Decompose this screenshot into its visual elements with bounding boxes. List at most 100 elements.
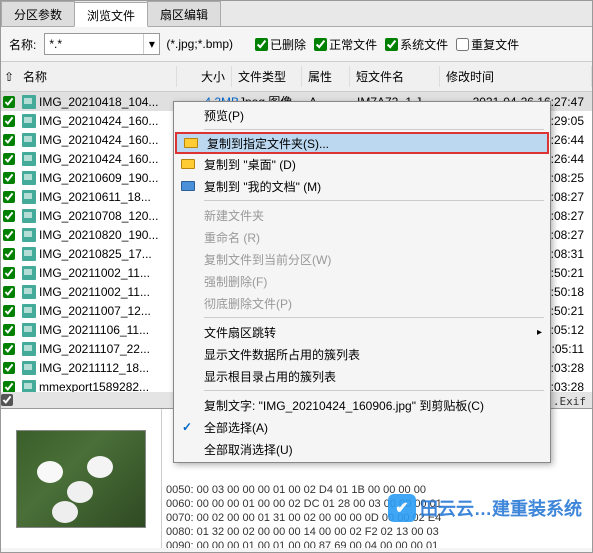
sort-up-icon[interactable]: ⇧: [1, 70, 17, 84]
col-attr[interactable]: 属性: [302, 66, 350, 87]
row-checkbox[interactable]: [3, 172, 15, 184]
image-file-icon: [22, 190, 36, 204]
exif-label: ..Exif: [546, 395, 586, 408]
name-filter-label: 名称:: [9, 36, 38, 53]
image-file-icon: [22, 380, 36, 393]
hex-row: 0090: 00 00 00 01 00 01 00 00 87 69 00 0…: [166, 539, 588, 548]
image-file-icon: [22, 95, 36, 109]
row-checkbox[interactable]: [3, 96, 15, 108]
image-file-icon: [22, 209, 36, 223]
watermark-icon: ✔: [388, 494, 416, 522]
row-checkbox[interactable]: [3, 153, 15, 165]
ctx-new-folder: 新建文件夹: [174, 204, 550, 226]
image-file-icon: [22, 304, 36, 318]
chk-deleted[interactable]: 已删除: [255, 36, 308, 53]
file-name: IMG_20210424_160...: [39, 152, 184, 166]
ctx-copy-to-folder[interactable]: 复制到指定文件夹(S)...: [175, 132, 549, 154]
row-checkbox[interactable]: [3, 305, 15, 317]
chevron-right-icon: ▸: [537, 327, 542, 338]
file-name: IMG_20210418_104...: [39, 95, 184, 109]
footer-checkbox[interactable]: [1, 394, 13, 406]
name-filter-input[interactable]: [45, 37, 143, 51]
app-window: 分区参数 浏览文件 扇区编辑 名称: ▾ (*.jpg;*.bmp) 已删除 正…: [0, 0, 593, 553]
chevron-down-icon[interactable]: ▾: [143, 34, 159, 54]
hex-row: 0080: 01 32 00 02 00 00 00 14 00 00 02 F…: [166, 525, 588, 539]
file-name: IMG_20211002_11...: [39, 266, 184, 280]
name-filter-combo[interactable]: ▾: [44, 33, 160, 55]
ctx-rename: 重命名 (R): [174, 226, 550, 248]
ctx-force-delete: 强制删除(F): [174, 270, 550, 292]
row-checkbox[interactable]: [3, 115, 15, 127]
ctx-show-data-clusters[interactable]: 显示文件数据所占用的簇列表: [174, 343, 550, 365]
file-name: IMG_20210611_18...: [39, 190, 184, 204]
image-file-icon: [22, 228, 36, 242]
check-icon: ✓: [182, 420, 192, 434]
tab-bar: 分区参数 浏览文件 扇区编辑: [1, 1, 592, 27]
col-type[interactable]: 文件类型: [232, 66, 302, 87]
row-checkbox[interactable]: [3, 362, 15, 374]
chk-normal[interactable]: 正常文件: [314, 36, 379, 53]
row-checkbox[interactable]: [3, 210, 15, 222]
watermark: ✔ 田云云…建重装系统: [388, 494, 582, 522]
file-name: IMG_20210424_160...: [39, 114, 184, 128]
file-name: IMG_20211007_12...: [39, 304, 184, 318]
image-file-icon: [22, 114, 36, 128]
ctx-copy-desktop[interactable]: 复制到 "桌面" (D): [174, 153, 550, 175]
file-name: IMG_20211107_22...: [39, 342, 184, 356]
ctx-select-all[interactable]: ✓ 全部选择(A): [174, 416, 550, 438]
ctx-deep-delete: 彻底删除文件(P): [174, 292, 550, 314]
thumbnail-image: [16, 430, 146, 528]
chk-system[interactable]: 系统文件: [385, 36, 450, 53]
image-file-icon: [22, 323, 36, 337]
image-file-icon: [22, 266, 36, 280]
row-checkbox[interactable]: [3, 286, 15, 298]
chk-repeat[interactable]: 重复文件: [456, 36, 521, 53]
image-file-icon: [22, 361, 36, 375]
folder-icon: [183, 135, 199, 151]
tab-partition[interactable]: 分区参数: [1, 1, 75, 26]
thumbnail-box: [1, 409, 161, 548]
file-name: mmexport1589282...: [39, 380, 184, 393]
row-checkbox[interactable]: [3, 248, 15, 260]
ctx-sector-jump[interactable]: 文件扇区跳转 ▸: [174, 321, 550, 343]
file-name: IMG_20211106_11...: [39, 323, 184, 337]
image-file-icon: [22, 285, 36, 299]
col-name[interactable]: 名称: [17, 66, 177, 87]
file-name: IMG_20210424_160...: [39, 133, 184, 147]
tab-browse[interactable]: 浏览文件: [74, 2, 148, 27]
file-name: IMG_20210825_17...: [39, 247, 184, 261]
image-file-icon: [22, 152, 36, 166]
row-checkbox[interactable]: [3, 191, 15, 203]
ctx-deselect-all[interactable]: 全部取消选择(U): [174, 438, 550, 460]
row-checkbox[interactable]: [3, 343, 15, 355]
image-file-icon: [22, 247, 36, 261]
ctx-show-root-clusters[interactable]: 显示根目录占用的簇列表: [174, 365, 550, 387]
col-size[interactable]: 大小: [177, 66, 232, 87]
file-name: IMG_20211112_18...: [39, 361, 184, 375]
column-header: ⇧ 名称 大小 文件类型 属性 短文件名 修改时间: [1, 62, 592, 92]
image-file-icon: [22, 133, 36, 147]
row-checkbox[interactable]: [3, 134, 15, 146]
row-checkbox[interactable]: [3, 381, 15, 393]
context-menu: 预览(P) 复制到指定文件夹(S)... 复制到 "桌面" (D) 复制到 "我…: [173, 101, 551, 463]
folder-icon: [180, 156, 196, 172]
row-checkbox[interactable]: [3, 324, 15, 336]
col-short[interactable]: 短文件名: [350, 66, 440, 87]
row-checkbox[interactable]: [3, 267, 15, 279]
folder-icon: [180, 178, 196, 194]
file-name: IMG_20211002_11...: [39, 285, 184, 299]
ctx-copy-docs[interactable]: 复制到 "我的文档" (M): [174, 175, 550, 197]
ctx-copy-text[interactable]: 复制文字: "IMG_20210424_160906.jpg" 到剪贴板(C): [174, 394, 550, 416]
col-date[interactable]: 修改时间: [440, 66, 592, 87]
image-file-icon: [22, 342, 36, 356]
filter-bar: 名称: ▾ (*.jpg;*.bmp) 已删除 正常文件 系统文件 重复文件: [1, 27, 592, 62]
ctx-copy-partition: 复制文件到当前分区(W): [174, 248, 550, 270]
tab-sector[interactable]: 扇区编辑: [147, 1, 221, 26]
file-name: IMG_20210609_190...: [39, 171, 184, 185]
ctx-preview[interactable]: 预览(P): [174, 104, 550, 126]
file-name: IMG_20210820_190...: [39, 228, 184, 242]
row-checkbox[interactable]: [3, 229, 15, 241]
pattern-text: (*.jpg;*.bmp): [166, 37, 233, 51]
image-file-icon: [22, 171, 36, 185]
file-name: IMG_20210708_120...: [39, 209, 184, 223]
